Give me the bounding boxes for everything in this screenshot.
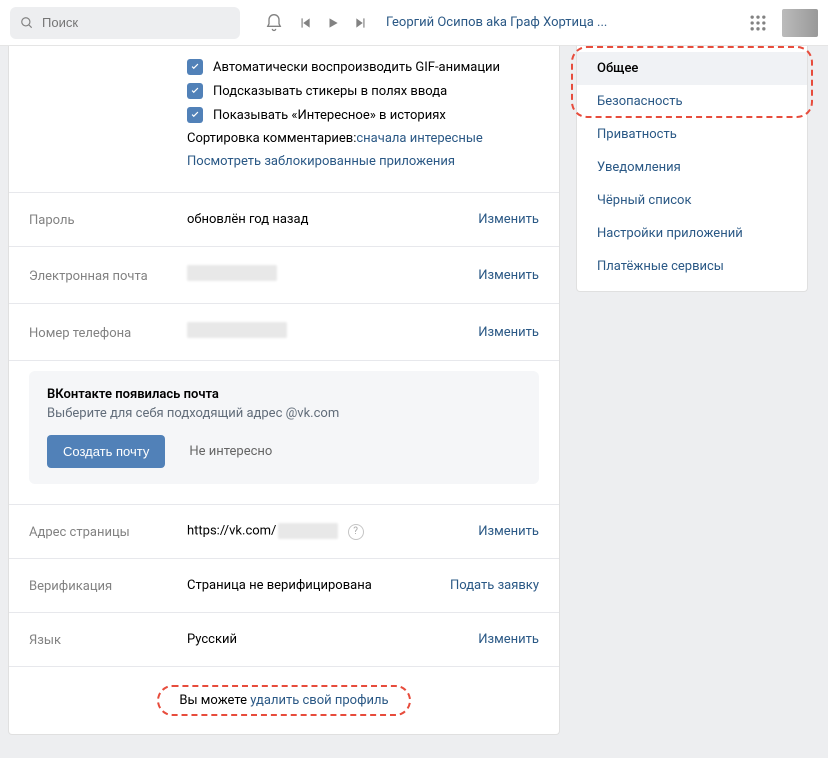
phone-value [187,322,439,342]
sidebar-item-payments[interactable]: Платёжные сервисы [577,250,807,283]
email-value [187,265,439,285]
verify-apply-link[interactable]: Подать заявку [450,578,539,593]
sort-label: Сортировка комментариев: [187,131,356,146]
address-change-link[interactable]: Изменить [478,524,539,539]
topbar: Георгий Осипов aka Граф Хортица ... [0,0,828,46]
create-mail-button[interactable]: Создать почту [47,435,165,468]
checkbox-stickers-label: Подсказывать стикеры в полях ввода [213,84,447,99]
checkbox-gif-label: Автоматически воспроизводить GIF-анимаци… [213,60,500,75]
help-icon[interactable]: ? [348,524,364,540]
top-right [748,9,818,37]
sort-value-link[interactable]: сначала интересные [356,131,482,146]
lang-change-link[interactable]: Изменить [478,632,539,647]
avatar[interactable] [782,9,818,37]
phone-label: Номер телефона [29,324,187,341]
prev-track-icon[interactable] [298,16,312,30]
mail-promo: ВКонтакте появилась почта Выберите для с… [29,371,539,484]
sidebar-item-app-settings[interactable]: Настройки приложений [577,217,807,250]
dismiss-mail-link[interactable]: Не интересно [189,444,272,459]
sidebar-item-notifications[interactable]: Уведомления [577,151,807,184]
email-label: Электронная почта [29,267,187,284]
sidebar-item-privacy[interactable]: Приватность [577,118,807,151]
checkmark-icon [187,59,203,75]
search-icon [20,16,34,30]
bell-icon[interactable] [264,13,284,33]
sidebar-item-security[interactable]: Безопасность [577,85,807,118]
checkbox-stories-label: Показывать «Интересное» в историях [213,108,446,123]
lang-value: Русский [187,632,439,647]
play-icon[interactable] [326,16,340,30]
checkmark-icon [187,107,203,123]
delete-profile-link[interactable]: удалить свой профиль [250,693,388,708]
next-track-icon[interactable] [354,16,368,30]
delete-profile-highlight: Вы можете удалить свой профиль [157,685,410,716]
verify-value: Страница не верифицирована [187,578,439,593]
address-value: https://vk.com/ ? [187,523,439,540]
blocked-apps-link[interactable]: Посмотреть заблокированные приложения [187,154,455,169]
lang-label: Язык [29,631,187,648]
apps-grid-icon[interactable] [748,13,768,33]
checkbox-stickers[interactable]: Подсказывать стикеры в полях ввода [187,79,539,103]
phone-change-link[interactable]: Изменить [478,325,539,340]
footer: Вы можете удалить свой профиль [9,667,559,734]
address-label: Адрес страницы [29,523,187,540]
checkmark-icon [187,83,203,99]
email-change-link[interactable]: Изменить [478,268,539,283]
password-label: Пароль [29,211,187,228]
verify-label: Верификация [29,577,187,594]
settings-sidebar: Общее Безопасность Приватность Уведомлен… [576,46,808,292]
password-value: обновлён год назад [187,212,439,227]
search-container[interactable] [10,7,240,39]
checkbox-gif[interactable]: Автоматически воспроизводить GIF-анимаци… [187,55,539,79]
password-change-link[interactable]: Изменить [478,212,539,227]
mail-promo-sub: Выберите для себя подходящий адрес @vk.c… [47,406,521,421]
nowplaying-label[interactable]: Георгий Осипов aka Граф Хортица ... [386,15,607,30]
top-icons [264,13,368,33]
footer-prefix: Вы можете [179,693,250,708]
mail-promo-title: ВКонтакте появилась почта [47,387,521,402]
settings-main-panel: Автоматически воспроизводить GIF-анимаци… [8,46,560,735]
checkbox-stories[interactable]: Показывать «Интересное» в историях [187,103,539,127]
sidebar-item-general[interactable]: Общее [577,52,807,85]
sidebar-item-blacklist[interactable]: Чёрный список [577,184,807,217]
search-input[interactable] [40,14,230,31]
